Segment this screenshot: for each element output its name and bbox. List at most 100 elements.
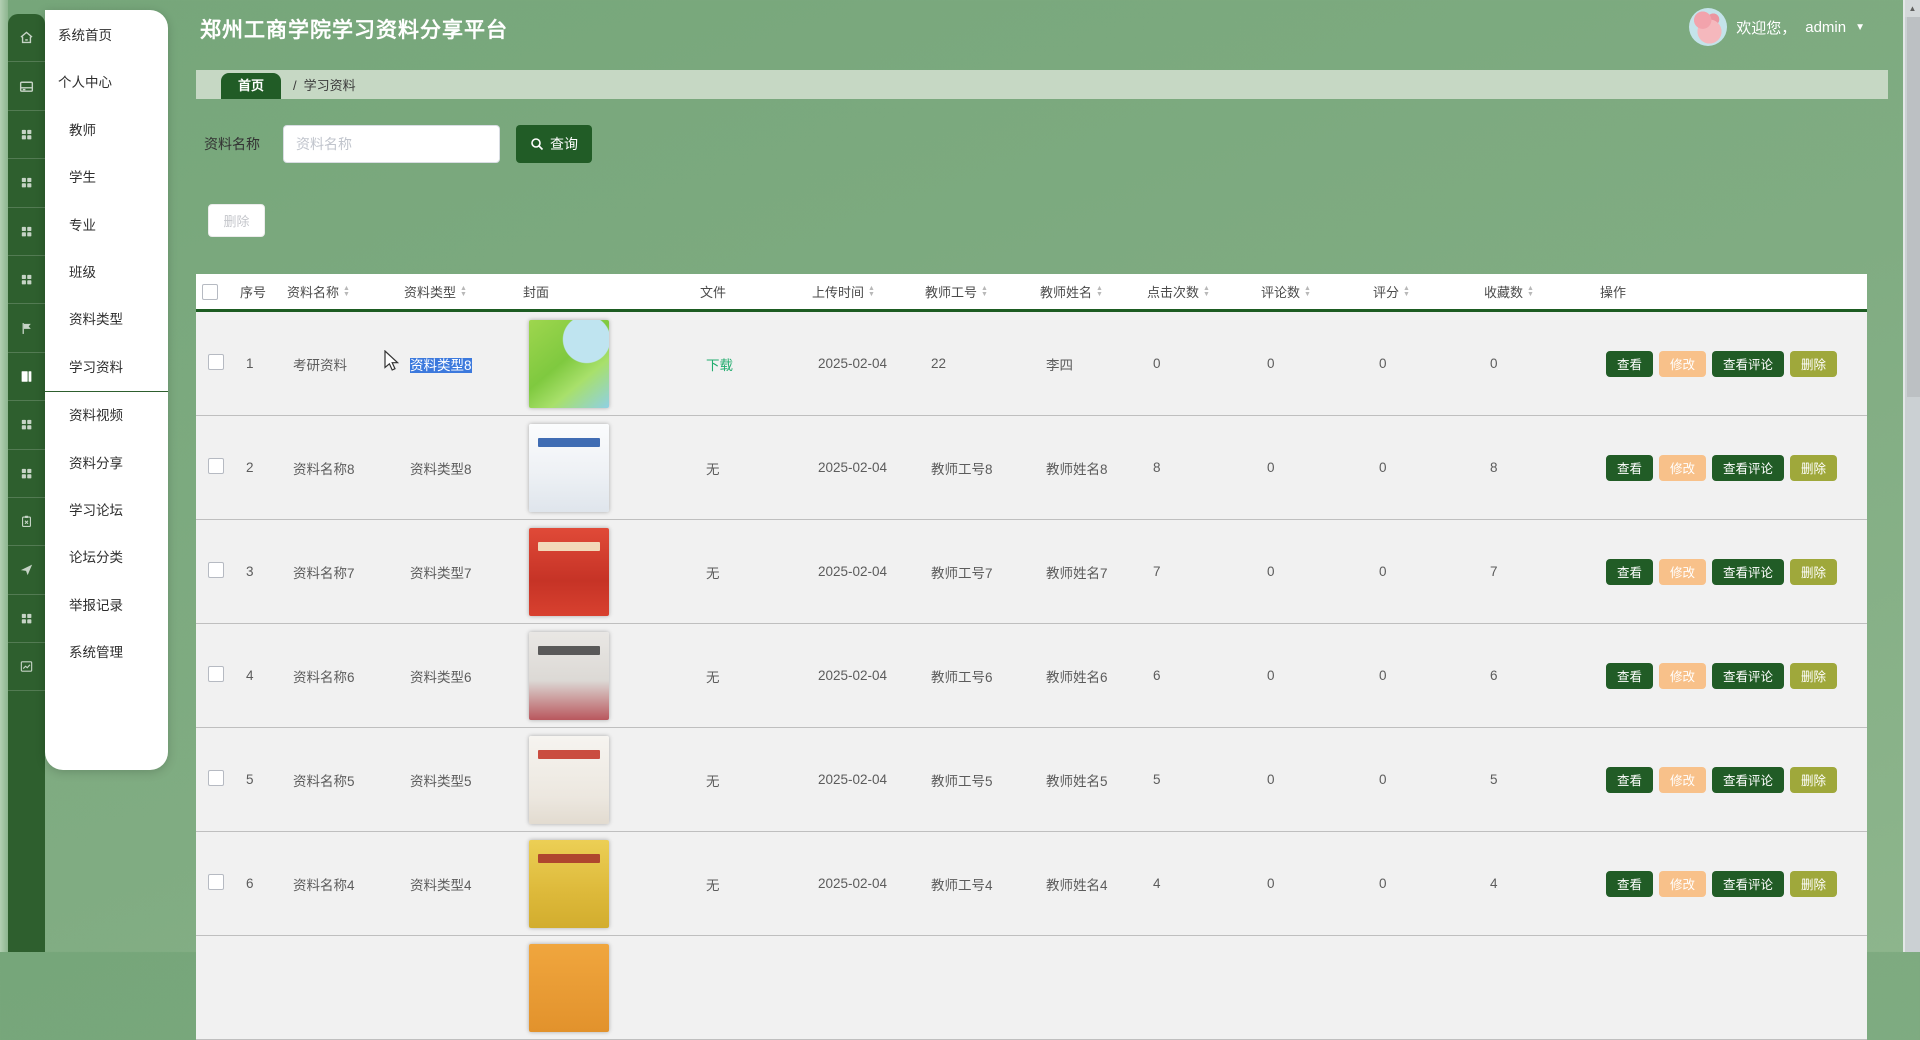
edit-button[interactable]: 修改	[1659, 454, 1707, 481]
row-checkbox[interactable]	[208, 562, 224, 578]
sidebar-item-student[interactable]: 学生	[45, 154, 168, 201]
sidebar-item-system-manage[interactable]: 系统管理	[45, 629, 168, 676]
rating: 0	[1379, 356, 1387, 371]
column-header: 序号	[240, 282, 287, 301]
sidebar-item-personal-center[interactable]: 个人中心	[45, 59, 168, 106]
table-row: 3 资料名称7 资料类型7 无 2025-02-04 教师工号7 教师姓名7 7 0 0 7 查看 修改…	[196, 520, 1867, 624]
view-button[interactable]: 查看	[1606, 558, 1654, 585]
card-icon[interactable]	[8, 62, 45, 111]
search-input[interactable]	[283, 125, 500, 163]
edit-button[interactable]: 修改	[1659, 662, 1707, 689]
teacher-id: 教师工号6	[931, 669, 993, 685]
grid-icon[interactable]	[8, 595, 45, 644]
grid-icon[interactable]	[8, 208, 45, 256]
click-count: 6	[1153, 668, 1161, 683]
sort-icon[interactable]: ▲ ▼	[1203, 285, 1210, 298]
view-comments-button[interactable]: 查看评论	[1712, 766, 1785, 793]
scrollbar-up-arrow-icon[interactable]: ▲	[1905, 0, 1920, 17]
breadcrumb-home-tab[interactable]: 首页	[221, 73, 282, 99]
view-comments-button[interactable]: 查看评论	[1712, 870, 1785, 897]
sidebar-item-forum-category[interactable]: 论坛分类	[45, 534, 168, 581]
sort-icon[interactable]: ▲ ▼	[343, 285, 350, 298]
material-type: 资料类型8	[410, 357, 472, 373]
scrollbar-thumb[interactable]	[1907, 17, 1920, 397]
rating: 0	[1379, 460, 1387, 475]
delete-button[interactable]: 删除	[1790, 870, 1838, 897]
sidebar-item-material-type[interactable]: 资料类型	[45, 296, 168, 343]
column-header: 文件	[700, 282, 812, 301]
comment-count: 0	[1267, 356, 1275, 371]
view-comments-button[interactable]: 查看评论	[1712, 350, 1785, 377]
teacher-name: 教师姓名6	[1046, 669, 1108, 685]
row-checkbox[interactable]	[208, 874, 224, 890]
download-link[interactable]: 下载	[706, 358, 733, 373]
send-icon[interactable]	[8, 546, 45, 595]
edit-button[interactable]: 修改	[1659, 870, 1707, 897]
row-checkbox[interactable]	[208, 770, 224, 786]
delete-button[interactable]: 删除	[1790, 558, 1838, 585]
bulk-delete-button[interactable]: 删除	[208, 204, 265, 237]
delete-button[interactable]: 删除	[1790, 350, 1838, 377]
sort-icon[interactable]: ▲ ▼	[1096, 285, 1103, 298]
grid-icon[interactable]	[8, 256, 45, 305]
sort-icon[interactable]: ▲ ▼	[1304, 285, 1311, 298]
grid-icon[interactable]	[8, 159, 45, 208]
edit-button[interactable]: 修改	[1659, 766, 1707, 793]
row-checkbox[interactable]	[208, 458, 224, 474]
file-none: 无	[706, 773, 720, 789]
sidebar-item-material-video[interactable]: 资料视频	[45, 392, 168, 439]
delete-button[interactable]: 删除	[1790, 662, 1838, 689]
query-button[interactable]: 查询	[516, 125, 592, 163]
view-button[interactable]: 查看	[1606, 454, 1654, 481]
user-menu[interactable]: 欢迎您， admin ▼	[1689, 8, 1865, 46]
grid-icon[interactable]	[8, 450, 45, 498]
view-button[interactable]: 查看	[1606, 350, 1654, 377]
sidebar-item-class[interactable]: 班级	[45, 249, 168, 296]
comment-count: 0	[1267, 564, 1275, 579]
delete-button[interactable]: 删除	[1790, 454, 1838, 481]
sort-icon[interactable]: ▲ ▼	[981, 285, 988, 298]
cover-image	[529, 423, 609, 512]
row-checkbox[interactable]	[208, 354, 224, 370]
chart-icon[interactable]	[8, 643, 45, 692]
sidebar-item-study-forum[interactable]: 学习论坛	[45, 487, 168, 534]
view-button[interactable]: 查看	[1606, 662, 1654, 689]
sidebar-item-system-home[interactable]: 系统首页	[45, 12, 168, 59]
edit-button[interactable]: 修改	[1659, 558, 1707, 585]
clipboard-icon[interactable]	[8, 498, 45, 547]
sidebar-item-material-share[interactable]: 资料分享	[45, 440, 168, 487]
upload-date: 2025-02-04	[818, 564, 888, 579]
view-comments-button[interactable]: 查看评论	[1712, 454, 1785, 481]
sort-icon[interactable]: ▲ ▼	[1403, 285, 1410, 298]
table-row: 6 资料名称4 资料类型4 无 2025-02-04 教师工号4 教师姓名4 4 0 0 4 查看 修改…	[196, 832, 1867, 936]
cover-image	[529, 943, 609, 1032]
grid-icon[interactable]	[8, 111, 45, 160]
sidebar-item-report-record[interactable]: 举报记录	[45, 582, 168, 629]
column-header-label: 教师姓名	[1040, 285, 1093, 300]
sidebar-item-study-material[interactable]: 学习资料	[45, 344, 168, 393]
chevron-down-icon[interactable]: ▼	[1855, 22, 1865, 33]
cover-image	[529, 319, 609, 408]
sort-icon[interactable]: ▲ ▼	[868, 285, 875, 298]
vertical-scrollbar[interactable]: ▲	[1903, 0, 1920, 952]
column-header: 教师姓名 ▲ ▼	[1040, 282, 1147, 301]
sidebar-item-major[interactable]: 专业	[45, 202, 168, 249]
sort-icon[interactable]: ▲ ▼	[1527, 285, 1534, 298]
sort-icon[interactable]: ▲ ▼	[460, 285, 467, 298]
book-icon[interactable]	[8, 353, 45, 402]
flag-icon[interactable]	[8, 304, 45, 353]
view-comments-button[interactable]: 查看评论	[1712, 558, 1785, 585]
avatar[interactable]	[1689, 8, 1728, 46]
edit-button[interactable]: 修改	[1659, 350, 1707, 377]
view-button[interactable]: 查看	[1606, 766, 1654, 793]
column-header-label: 资料类型	[404, 285, 457, 300]
view-button[interactable]: 查看	[1606, 870, 1654, 897]
grid-icon[interactable]	[8, 401, 45, 450]
row-checkbox[interactable]	[208, 666, 224, 682]
sidebar-item-teacher[interactable]: 教师	[45, 107, 168, 154]
teacher-id: 教师工号8	[931, 461, 993, 477]
select-all-checkbox[interactable]	[202, 283, 218, 300]
home-icon[interactable]	[8, 14, 45, 63]
view-comments-button[interactable]: 查看评论	[1712, 662, 1785, 689]
delete-button[interactable]: 删除	[1790, 766, 1838, 793]
